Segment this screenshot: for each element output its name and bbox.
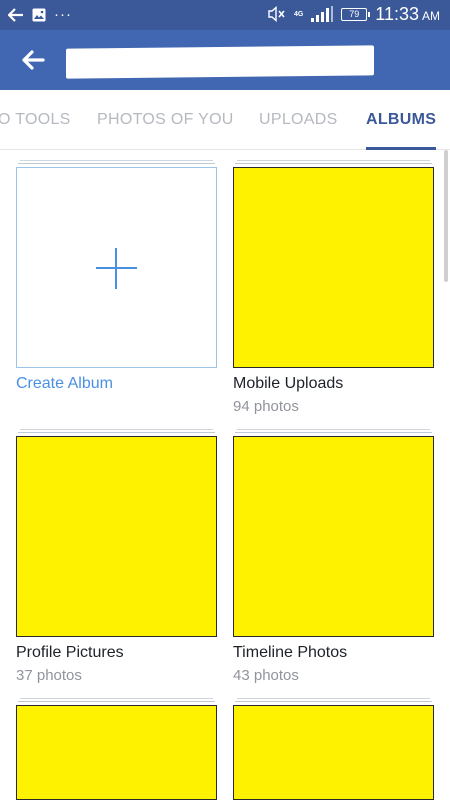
album-cover[interactable] <box>233 436 434 637</box>
album-cover[interactable] <box>16 436 217 637</box>
album-name: Mobile Uploads <box>233 375 344 392</box>
album-count: 37 photos <box>16 667 82 684</box>
album-name[interactable]: Create Album <box>16 375 113 393</box>
create-album-tile[interactable] <box>16 167 217 368</box>
album-count: 94 photos <box>233 398 299 415</box>
album-stack-line <box>20 698 213 699</box>
back-arrow-icon <box>22 50 45 70</box>
album-count: 43 photos <box>233 667 299 684</box>
album-stack-line <box>237 698 430 699</box>
status-bar-left: ··· <box>8 5 72 25</box>
album-stack-line <box>235 701 432 702</box>
album-stack-line <box>18 432 215 433</box>
album-stack-line <box>20 429 213 430</box>
tab-uploads[interactable]: UPLOADS <box>259 90 338 150</box>
battery-icon: 79 <box>341 7 371 21</box>
album-stack-line <box>235 432 432 433</box>
app-bar <box>0 30 450 90</box>
album-name: Timeline Photos <box>233 644 348 661</box>
signal-icon <box>311 6 334 22</box>
page-title-redacted <box>66 45 374 79</box>
tab-photo-tools[interactable]: O TOOLS <box>0 90 71 150</box>
plus-icon <box>96 248 137 289</box>
album-stack-line <box>18 701 215 702</box>
album-name: Profile Pictures <box>16 644 124 661</box>
album-cover[interactable] <box>16 705 217 800</box>
album-stack-line <box>237 429 430 430</box>
status-bar-right: 4G 79 11:33 AM <box>268 3 440 25</box>
clock-ampm: AM <box>422 9 440 23</box>
clock-time: 11:33 <box>375 4 419 24</box>
battery-level: 79 <box>349 8 360 19</box>
clock: 11:33 AM <box>375 3 440 25</box>
album-cover[interactable] <box>233 705 434 800</box>
mute-icon <box>268 6 286 22</box>
album-stack-line <box>20 160 213 161</box>
status-bar: ··· 4G 79 11:33 AM <box>0 0 450 30</box>
scrollbar[interactable] <box>444 150 448 282</box>
album-cover[interactable] <box>233 167 434 368</box>
album-stack-line <box>235 163 432 164</box>
network-label: 4G <box>293 10 304 18</box>
tab-albums[interactable]: ALBUMS <box>366 90 437 150</box>
image-icon <box>32 8 46 22</box>
back-button[interactable] <box>18 45 48 75</box>
album-stack-line <box>18 163 215 164</box>
tab-bar: O TOOLS PHOTOS OF YOU UPLOADS ALBUMS <box>0 90 450 150</box>
album-stack-line <box>237 160 430 161</box>
back-arrow-icon <box>8 8 24 22</box>
overflow-dots-icon: ··· <box>54 6 72 23</box>
tab-photos-of-you[interactable]: PHOTOS OF YOU <box>97 90 234 150</box>
